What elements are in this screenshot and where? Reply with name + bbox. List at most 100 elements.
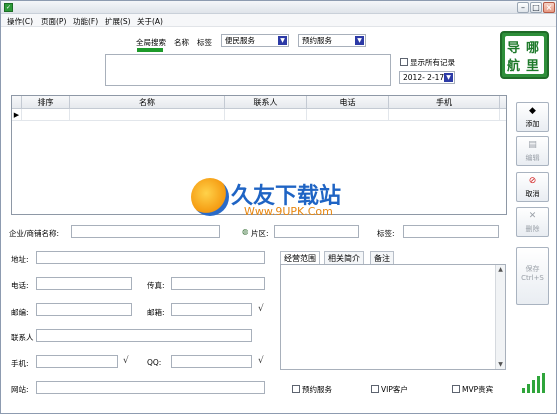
tab-name[interactable]: 名称	[174, 37, 189, 48]
flag-reservation-label: 预约服务	[302, 385, 332, 394]
date-value: 2012- 2-17	[403, 73, 445, 82]
column-header-mobile[interactable]: 手机	[389, 96, 500, 109]
table-row[interactable]: ▶	[12, 109, 506, 121]
save-button-label: 保存	[525, 265, 540, 273]
tab-notes[interactable]: 备注	[370, 251, 394, 265]
app-logo: 导 哪 航 里	[500, 31, 549, 79]
maximize-button[interactable]: □	[530, 2, 542, 13]
type-select-value: 预约服务	[302, 36, 332, 45]
globe-icon: ◍	[242, 227, 249, 236]
menu-bar: 操作(C) 页面(P) 功能(F) 扩展(S) 关于(A)	[1, 14, 556, 27]
tab-tag[interactable]: 标签	[197, 37, 212, 48]
row-indicator: ▶	[12, 109, 22, 121]
detail-tabs: 经营范围 相关简介 备注	[280, 251, 506, 265]
column-header-name[interactable]: 名称	[70, 96, 225, 109]
email-field[interactable]	[171, 303, 252, 316]
email-label: 邮箱:	[147, 308, 165, 317]
app-icon: ✓	[4, 3, 13, 12]
search-input[interactable]	[105, 54, 391, 86]
watermark-url: Www.9UPK.Com	[244, 205, 333, 218]
tab-introduction[interactable]: 相关简介	[324, 251, 364, 265]
menu-item-about[interactable]: 关于(A)	[137, 16, 163, 27]
email-valid-check: √	[258, 304, 264, 314]
logo-char: 里	[526, 59, 540, 74]
cancel-icon: ⊘	[528, 176, 537, 186]
address-label: 地址:	[11, 255, 29, 264]
menu-item-function[interactable]: 功能(F)	[73, 16, 98, 27]
zip-field[interactable]	[36, 303, 132, 316]
contact-field[interactable]	[36, 329, 252, 342]
delete-button-label: 删除	[525, 225, 540, 233]
business-scope-textarea[interactable]: ▲ ▼	[280, 264, 506, 370]
category-select[interactable]: 便民服务 ▼	[221, 34, 289, 47]
cancel-button-label: 取消	[525, 190, 540, 198]
phone-label: 电话:	[11, 281, 29, 290]
column-header-contact[interactable]: 联系人	[225, 96, 307, 109]
edit-icon: ▤	[528, 140, 537, 150]
qq-valid-check: √	[258, 356, 264, 366]
tag-field[interactable]	[403, 225, 499, 238]
scroll-up-icon[interactable]: ▲	[497, 266, 504, 273]
grid-header: 排序 名称 联系人 电话 手机	[12, 96, 506, 109]
fax-field[interactable]	[171, 277, 265, 290]
memo-scrollbar[interactable]: ▲ ▼	[495, 265, 505, 369]
flag-reservation-checkbox[interactable]	[292, 385, 300, 393]
column-header-order[interactable]: 排序	[22, 96, 70, 109]
watermark: 久友下载站 Www.9UPK.Com	[191, 176, 371, 228]
show-all-checkbox[interactable]	[400, 58, 408, 66]
cancel-button[interactable]: ⊘ 取消	[516, 172, 549, 202]
flag-vip-label: VIP客户	[381, 385, 408, 394]
logo-char: 航	[507, 59, 521, 74]
menu-item-page[interactable]: 页面(P)	[41, 16, 66, 27]
delete-button[interactable]: ✕ 删除	[516, 207, 549, 237]
flag-mvp-label: MVP贵宾	[462, 385, 494, 394]
signal-icon	[522, 373, 546, 393]
table-cell[interactable]	[70, 109, 225, 121]
edit-button-label: 编辑	[525, 154, 540, 162]
menu-item-extend[interactable]: 扩展(S)	[105, 16, 131, 27]
mobile-field[interactable]	[36, 355, 118, 368]
watermark-logo-icon	[191, 178, 229, 216]
close-button[interactable]: ×	[543, 2, 555, 13]
scroll-down-icon[interactable]: ▼	[497, 361, 504, 368]
region-label: 片区:	[251, 229, 269, 238]
column-header-phone[interactable]: 电话	[307, 96, 389, 109]
logo-char: 哪	[526, 41, 540, 56]
save-button[interactable]: 保存 Ctrl+S	[516, 247, 549, 305]
tag-label: 标签:	[377, 229, 395, 238]
mobile-label: 手机:	[11, 359, 29, 368]
mobile-valid-check: √	[123, 356, 129, 366]
delete-icon: ✕	[528, 211, 537, 221]
table-cell[interactable]	[22, 109, 70, 121]
category-select-value: 便民服务	[225, 36, 255, 45]
table-cell[interactable]	[225, 109, 307, 121]
menu-item-operation[interactable]: 操作(C)	[7, 16, 33, 27]
chevron-down-icon: ▼	[355, 36, 364, 45]
type-select[interactable]: 预约服务 ▼	[298, 34, 366, 47]
flag-mvp-checkbox[interactable]	[452, 385, 460, 393]
minimize-button[interactable]: –	[517, 2, 529, 13]
grid-header-indicator	[12, 96, 22, 109]
edit-button[interactable]: ▤ 编辑	[516, 136, 549, 166]
table-cell[interactable]	[389, 109, 500, 121]
chevron-down-icon: ▼	[278, 36, 287, 45]
phone-field[interactable]	[36, 277, 132, 290]
fax-label: 传真:	[147, 281, 165, 290]
add-button[interactable]: ◆ 添加	[516, 102, 549, 132]
tab-business-scope[interactable]: 经营范围	[280, 251, 320, 265]
save-button-shortcut: Ctrl+S	[521, 274, 544, 282]
table-cell[interactable]	[307, 109, 389, 121]
add-button-label: 添加	[525, 120, 540, 128]
tab-global-search[interactable]: 全局搜索	[136, 37, 166, 48]
zip-label: 邮编:	[11, 308, 29, 317]
address-field[interactable]	[36, 251, 265, 264]
chevron-down-icon: ▼	[444, 73, 453, 82]
add-icon: ◆	[529, 106, 536, 116]
date-picker[interactable]: 2012- 2-17 ▼	[399, 71, 455, 84]
qq-label: QQ:	[147, 358, 162, 367]
contact-label: 联系人	[11, 333, 34, 342]
qq-field[interactable]	[171, 355, 252, 368]
website-field[interactable]	[36, 381, 265, 394]
logo-inner: 导 哪 航 里	[505, 36, 544, 74]
flag-vip-checkbox[interactable]	[371, 385, 379, 393]
